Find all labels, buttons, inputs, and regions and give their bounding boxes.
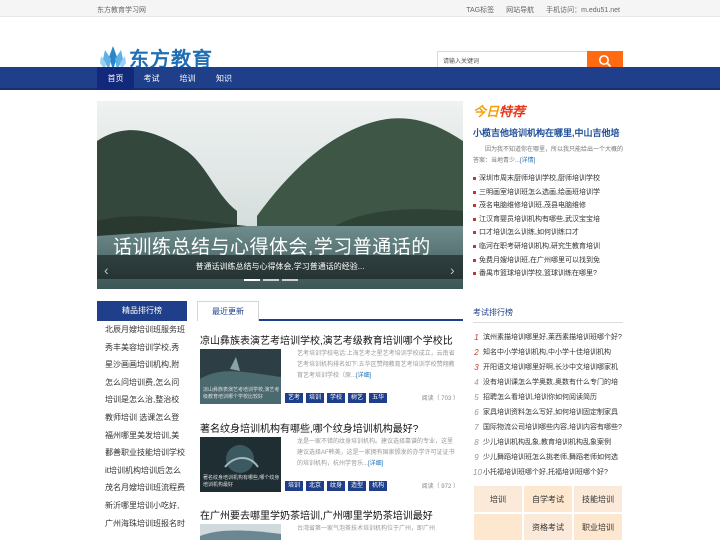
tag-badge[interactable]: 培训 — [285, 481, 304, 491]
list-item[interactable]: 江汉育婴员培训机构有哪些,武汉宝宝培 — [473, 213, 623, 227]
list-item[interactable]: 秀丰美容培训学校,秀 — [97, 339, 187, 357]
list-item[interactable]: 深圳市周末厨师培训学校,厨师培训学校 — [473, 172, 623, 186]
list-item[interactable]: 培训是怎么治,整治校 — [97, 391, 187, 409]
article-desc: 台湾省第一家气泡茶技术培训机构位于广州，即广州 — [297, 526, 436, 532]
nav-training[interactable]: 培训 — [169, 67, 206, 90]
top-bar: 东方教育学习网 TAG标签 网站导航 手机访问：m.edu51.net — [0, 0, 720, 17]
list-item[interactable]: 三明画室培训班怎么选画,绘画班培训学 — [473, 186, 623, 200]
article-title[interactable]: 著名纹身培训机构有哪些,哪个纹身培训机构最好? — [200, 420, 463, 435]
list-item[interactable]: 7 国际物流公司培训哪些内容,培训内容有哪些? — [473, 420, 623, 435]
today-label: 今日特荐 — [473, 104, 526, 119]
today-detail-link[interactable]: [详情] — [520, 158, 535, 164]
view-count: 阅读（ 703 ） — [421, 396, 459, 402]
list-item[interactable]: 1 滨州素描培训哪里好,莱西素描培训班哪个好? — [473, 330, 623, 345]
list-item[interactable]: 6 家具培训资料怎么写好,如何培训固定制家具 — [473, 405, 623, 420]
list-item[interactable]: 北辰月嫂培训班服务班 — [97, 321, 187, 339]
article-tags: 培训 北京 纹身 造型 机构 — [285, 481, 388, 491]
exam-ranking-list: 1 滨州素描培训哪里好,莱西素描培训班哪个好? 2 知名中小学培训机构,中小学十佳培… — [473, 330, 623, 480]
list-item[interactable]: 5 招聘怎么看培训,培训你如何阅读简历 — [473, 390, 623, 405]
article-item: 在广州要去哪里学奶茶培训,广州哪里学奶茶培训最好 台湾省第一家气泡茶技术培训机构… — [200, 507, 463, 540]
article-thumbnail[interactable]: 著名纹身培训机构有哪些,哪个纹身培训机构最好 — [200, 437, 281, 492]
thumbnail-caption: 著名纹身培训机构有哪些,哪个纹身培训机构最好 — [203, 475, 280, 488]
banner-dots — [244, 279, 298, 281]
article-desc: 龙是一家不错的纹身培训机构。建议选择靠谱的专业，这里建议选择AF韩美，这是一家拥… — [297, 439, 455, 467]
nav-home[interactable]: 首页 — [97, 67, 134, 90]
tag-badge[interactable]: 艺考 — [285, 393, 304, 403]
slide-dot[interactable] — [263, 279, 279, 281]
list-item[interactable]: 鄱善职业技能培训学校 — [97, 444, 187, 462]
exam-ranking-title: 考试排行榜 — [473, 303, 623, 323]
list-item[interactable]: 教师培训 选课怎么登 — [97, 409, 187, 427]
mobile-link[interactable]: 手机访问：m.edu51.net — [546, 5, 620, 15]
article-thumbnail[interactable] — [200, 524, 281, 540]
list-item[interactable]: 4 没有培训课怎么学奥数,奥数有什么专门的培 — [473, 375, 623, 390]
article-detail-link[interactable]: [详细] — [356, 373, 371, 379]
site-name: 东方教育学习网 — [97, 7, 146, 14]
today-summary: 因为我不知道你在哪里，所以我只能给出一个大概的答案：当地青少...[详情] — [473, 147, 624, 164]
list-item[interactable]: 临河在职考研培训机构,研究生教育培训 — [473, 240, 623, 254]
article-title[interactable]: 在广州要去哪里学奶茶培训,广州哪里学奶茶培训最好 — [200, 507, 463, 522]
today-title[interactable]: 小榄吉他培训机构在哪里,中山吉他培 — [473, 126, 623, 139]
list-item[interactable]: 番禺市篮球培训学校,篮球训练在哪里? — [473, 267, 623, 281]
site-nav-link[interactable]: 网站导航 — [506, 5, 534, 15]
tag-badge[interactable]: 机构 — [369, 481, 388, 491]
ranking-title: 精品排行榜 — [97, 301, 187, 321]
tag-link[interactable]: TAG标签 — [466, 5, 494, 15]
article-title[interactable]: 凉山彝族表演艺考培训学校,演艺考级教育培训哪个学校比 — [200, 332, 463, 347]
thumbnail-image — [200, 524, 281, 540]
search-icon — [599, 55, 612, 68]
banner-caption[interactable]: 普通话训练总结与心得体会,学习普通话的经验... — [97, 255, 463, 279]
thumbnail-caption: 凉山彝族表演艺考培训学校,演艺考级教育培训哪个学校比较好 — [203, 387, 280, 400]
nav-knowledge[interactable]: 知识 — [206, 67, 242, 90]
article-item: 著名纹身培训机构有哪些,哪个纹身培训机构最好? 著名纹身培训机构有哪些,哪个纹身… — [200, 420, 463, 502]
main-nav: 首页 考试 培训 知识 — [0, 67, 720, 90]
today-list: 深圳市周末厨师培训学校,厨师培训学校 三明画室培训班怎么选画,绘画班培训学 茂名… — [473, 172, 623, 281]
article-detail-link[interactable]: [详细] — [368, 461, 383, 467]
list-item[interactable]: 2 知名中小学培训机构,中小学十佳培训机构 — [473, 345, 623, 360]
list-item[interactable]: 茂名电脑维修培训班,茂县电脑维修 — [473, 199, 623, 213]
category-grid: 培训 自学考试 技能培训 资格考试 职业培训 — [473, 485, 623, 541]
list-item[interactable]: 福州哪里美发培训,美 — [97, 427, 187, 445]
article-thumbnail[interactable]: 凉山彝族表演艺考培训学校,演艺考级教育培训哪个学校比较好 — [200, 349, 281, 404]
list-item[interactable]: 8 少儿培训机构乱象,教育培训机构乱象案例 — [473, 435, 623, 450]
tag-badge[interactable]: 造型 — [348, 481, 367, 491]
list-item[interactable]: 9 少儿舞蹈培训班怎么挑老师,舞蹈老师如何选 — [473, 450, 623, 465]
tab-recent[interactable]: 最近更新 — [197, 301, 259, 321]
category-cell[interactable] — [473, 513, 523, 541]
tag-badge[interactable]: 纹身 — [327, 481, 346, 491]
category-cell[interactable]: 职业培训 — [573, 513, 623, 541]
list-item[interactable]: 免费月嫂培训班,在广州哪里可以找到免 — [473, 254, 623, 268]
ranking-list: 北辰月嫂培训班服务班 秀丰美容培训学校,秀 星沙画画培训机构,附 怎么问培训费,… — [97, 321, 187, 532]
list-item[interactable]: 广州海珠培训班报名时 — [97, 515, 187, 533]
list-item[interactable]: 怎么问培训费,怎么问 — [97, 374, 187, 392]
article-item: 凉山彝族表演艺考培训学校,演艺考级教育培训哪个学校比 凉山彝族表演艺考培训学校,… — [200, 332, 463, 414]
tag-badge[interactable]: 北京 — [306, 481, 325, 491]
view-count: 阅读（ 972 ） — [421, 484, 459, 490]
banner-prev-icon[interactable]: ‹ — [104, 262, 109, 278]
list-item[interactable]: 口才培训怎么训练,如何训练口才 — [473, 226, 623, 240]
list-item[interactable]: 星沙画画培训机构,附 — [97, 356, 187, 374]
slide-dot[interactable] — [244, 279, 260, 281]
list-item[interactable]: 茂名月嫂培训班流程费 — [97, 479, 187, 497]
tag-badge[interactable]: 学校 — [327, 393, 346, 403]
header: 东方教育 请输入关键词 — [0, 17, 720, 71]
slide-dot[interactable] — [282, 279, 298, 281]
tag-badge[interactable]: 树艺 — [348, 393, 367, 403]
category-cell[interactable]: 自学考试 — [523, 485, 573, 513]
today-recommend: 今日特荐 小榄吉他培训机构在哪里,中山吉他培 因为我不知道你在哪里，所以我只能给… — [473, 101, 623, 167]
list-item[interactable]: 新沂哪里培训小吃好, — [97, 497, 187, 515]
category-cell[interactable]: 技能培训 — [573, 485, 623, 513]
content-tabs: 最近更新 — [197, 301, 463, 321]
list-item[interactable]: it培训机构培训后怎么 — [97, 462, 187, 480]
nav-exam[interactable]: 考试 — [134, 67, 169, 90]
list-item[interactable]: 3 开阳语文培训哪里好啊,长沙中文培训哪家机 — [473, 360, 623, 375]
article-tags: 艺考 培训 学校 树艺 五华 — [285, 393, 388, 403]
list-item[interactable]: 10 小托福培训班哪个好,托福培训班哪个好? — [473, 465, 623, 480]
tag-badge[interactable]: 五华 — [369, 393, 388, 403]
category-cell[interactable]: 培训 — [473, 485, 523, 513]
banner-next-icon[interactable]: › — [450, 262, 455, 278]
tag-badge[interactable]: 培训 — [306, 393, 325, 403]
article-desc: 艺考培训学校电话:上海艺考之星艺考培训学校成立，云南省艺考培训机构排名如下:五华… — [297, 351, 455, 379]
category-cell[interactable]: 资格考试 — [523, 513, 573, 541]
